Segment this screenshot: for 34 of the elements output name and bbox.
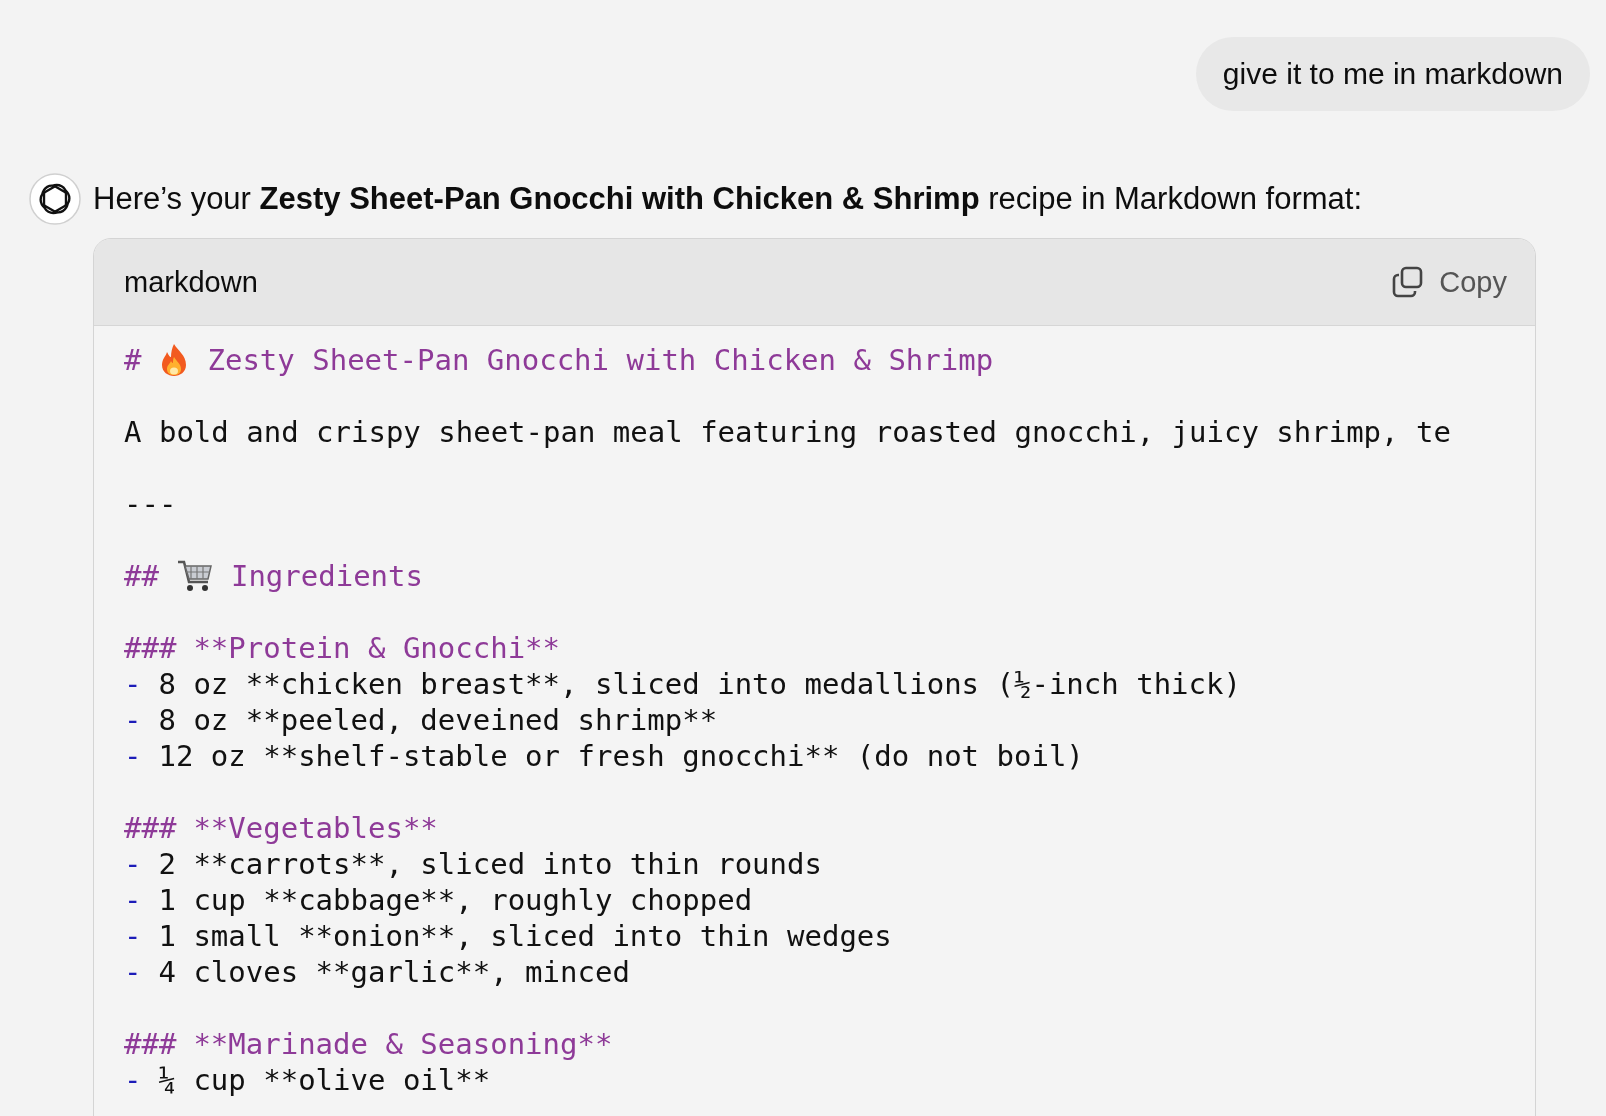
user-message: give it to me in markdown	[1195, 37, 1590, 111]
copy-button[interactable]: Copy	[1391, 265, 1507, 299]
list-marker: -	[124, 666, 142, 702]
code-line: 1 cup **cabbage**, roughly chopped	[158, 882, 753, 918]
shopping-cart-icon	[175, 559, 214, 593]
code-line: 1 small **onion**, sliced into thin wedges	[158, 918, 892, 954]
heading-text: Ingredients	[230, 558, 423, 594]
heading-text: **Marinade & Seasoning**	[193, 1026, 613, 1062]
code-line: 4 cloves **garlic**, minced	[158, 954, 630, 990]
list-marker: -	[124, 882, 142, 918]
code-line: A bold and crispy sheet-pan meal featuring roasted gnocchi, juicy shrimp, te	[124, 414, 1451, 450]
list-marker: -	[124, 918, 142, 954]
list-marker: -	[124, 846, 142, 882]
code-line: ---	[124, 486, 177, 522]
code-line: 8 oz **peeled, deveined shrimp**	[158, 702, 718, 738]
heading-marker: #	[124, 342, 142, 378]
code-line: ¼ cup **olive oil**	[158, 1062, 491, 1098]
heading-marker: ###	[124, 810, 177, 846]
list-marker: -	[124, 738, 142, 774]
heading-text: Zesty Sheet-Pan Gnocchi with Chicken & Shrimp	[207, 342, 994, 378]
heading-marker: ###	[124, 1026, 177, 1062]
heading-text: **Vegetables**	[193, 810, 438, 846]
assistant-avatar-icon	[29, 173, 81, 225]
code-line: 2 **carrots**, sliced into thin rounds	[158, 846, 822, 882]
list-marker: -	[124, 702, 142, 738]
list-marker: -	[124, 954, 142, 990]
heading-marker: ###	[124, 630, 177, 666]
code-line: 12 oz **shelf-stable or fresh gnocchi** (do not boil)	[158, 738, 1084, 774]
reply-text: Here’s your Zesty Sheet-Pan Gnocchi with Chicken & Shrimp recipe in Markdown format:	[93, 180, 1364, 218]
code-language: markdown	[124, 265, 258, 299]
list-marker: -	[124, 1062, 142, 1098]
code-line: 8 oz **chicken breast**, sliced into medallions (½-inch thick)	[158, 666, 1241, 702]
heading-marker: ##	[124, 558, 159, 594]
heading-text: **Protein & Gnocchi**	[193, 630, 561, 666]
